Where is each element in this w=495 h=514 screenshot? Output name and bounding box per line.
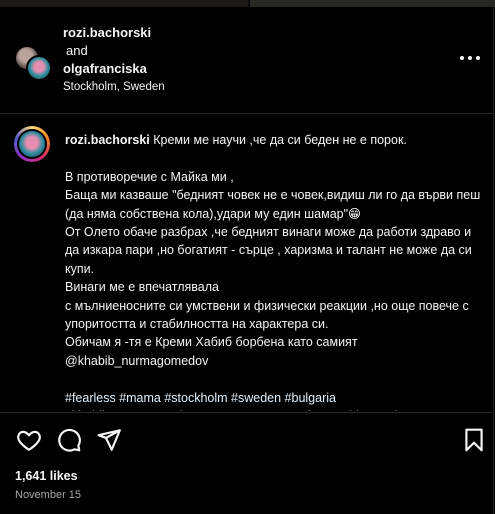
likes-count[interactable]: 1,641 likes — [15, 469, 78, 483]
avatar — [26, 55, 52, 81]
share-icon[interactable] — [96, 427, 122, 453]
post-image-strip — [0, 0, 495, 7]
header-username-1[interactable]: rozi.bachorski — [63, 25, 151, 40]
bookmark-icon[interactable] — [461, 427, 487, 453]
heart-icon[interactable] — [16, 427, 42, 453]
caption-username[interactable]: rozi.bachorski — [65, 133, 150, 147]
caption-first-line: Креми ме научи ,че да си беден не е поро… — [153, 133, 407, 147]
header-location[interactable]: Stockholm, Sweden — [63, 81, 165, 93]
more-options-icon[interactable] — [460, 54, 482, 62]
post-date[interactable]: November 15 — [15, 489, 81, 501]
header-and-text: and — [66, 43, 88, 58]
collab-avatars[interactable] — [14, 45, 52, 81]
caption-paragraph: В противоречие с Майка ми , Баща ми казв… — [65, 169, 481, 368]
caption-avatar[interactable] — [14, 126, 50, 162]
caption-section: rozi.bachorski Креми ме научи ,че да си … — [0, 115, 494, 411]
comment-icon[interactable] — [56, 427, 82, 453]
caption-hashtags[interactable]: #fearless #mama #stockholm #sweden #bulg… — [65, 389, 483, 411]
action-bar: 1,641 likes November 15 — [0, 412, 494, 514]
caption-text: rozi.bachorski Креми ме научи ,че да си … — [65, 131, 483, 411]
post-header: rozi.bachorski and olgafranciska Stockho… — [0, 7, 494, 114]
header-username-2[interactable]: olgafranciska — [63, 61, 147, 76]
